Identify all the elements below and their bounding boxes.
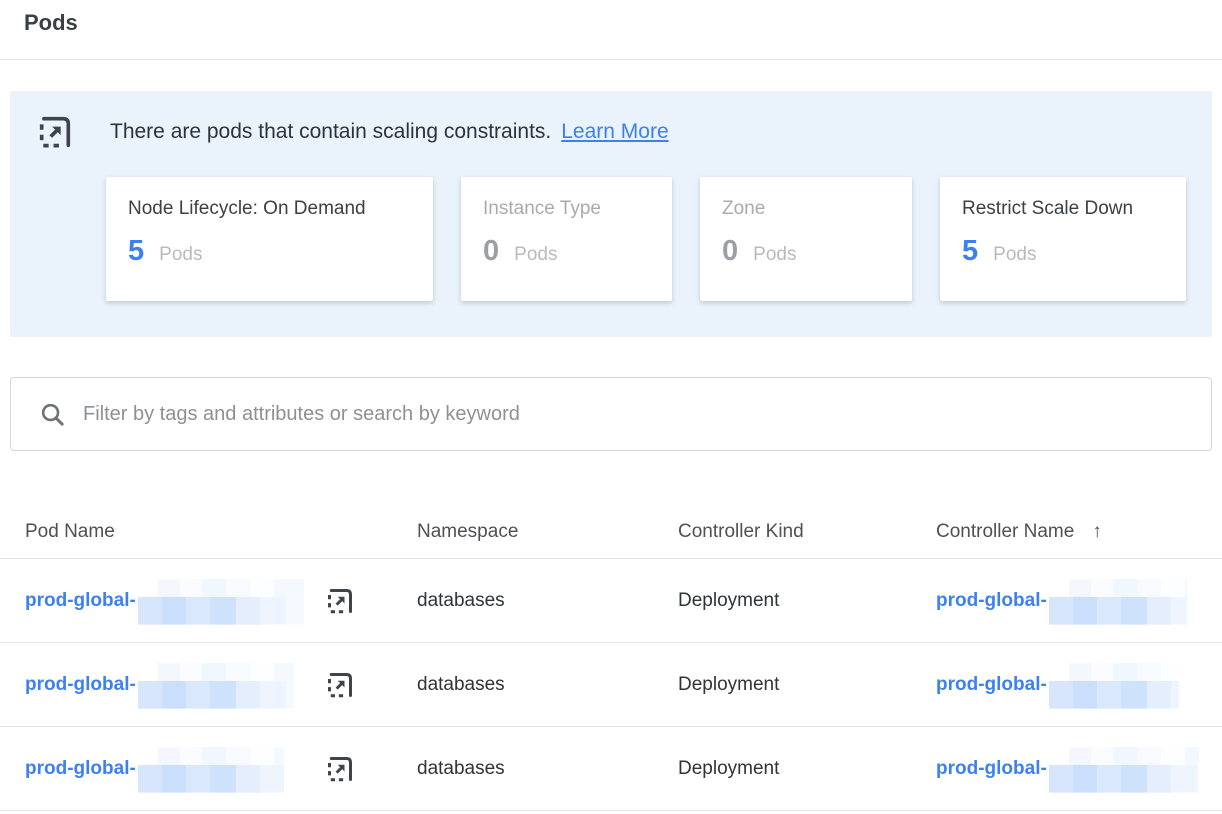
scaling-constraints-banner: There are pods that contain scaling cons… bbox=[10, 91, 1212, 337]
controller-kind-cell: Deployment bbox=[678, 674, 936, 696]
pod-name-link[interactable]: prod-global- bbox=[25, 674, 136, 696]
pod-count: 5 bbox=[128, 235, 144, 268]
column-header-pod-name[interactable]: Pod Name bbox=[25, 521, 417, 543]
table-row: prod-global- databases Deployment prod-g… bbox=[0, 727, 1222, 811]
controller-name-cell[interactable]: prod-global- bbox=[936, 662, 1222, 708]
sort-ascending-icon: ↑ bbox=[1092, 521, 1102, 543]
redacted-pod-name bbox=[138, 747, 284, 793]
pod-count-unit: Pods bbox=[159, 244, 202, 266]
pod-name-cell[interactable]: prod-global- bbox=[25, 662, 325, 708]
card-zone[interactable]: Zone 0 Pods bbox=[700, 177, 912, 301]
table-row: prod-global- databases Deployment prod-g… bbox=[0, 643, 1222, 727]
card-node-lifecycle-on-demand[interactable]: Node Lifecycle: On Demand 5 Pods bbox=[106, 177, 433, 301]
page-title: Pods bbox=[24, 10, 1222, 36]
card-title: Node Lifecycle: On Demand bbox=[128, 198, 411, 220]
scale-out-cell bbox=[325, 754, 417, 784]
card-title: Instance Type bbox=[483, 198, 650, 220]
pod-name-link[interactable]: prod-global- bbox=[25, 590, 136, 612]
column-header-controller-kind[interactable]: Controller Kind bbox=[678, 521, 936, 543]
card-title: Restrict Scale Down bbox=[962, 198, 1164, 220]
pod-count-unit: Pods bbox=[514, 244, 557, 266]
redacted-controller-name bbox=[1049, 663, 1179, 709]
scale-out-icon[interactable] bbox=[325, 754, 417, 784]
controller-name-link[interactable]: prod-global- bbox=[936, 758, 1047, 780]
namespace-cell: databases bbox=[417, 758, 678, 780]
banner-message: There are pods that contain scaling cons… bbox=[110, 120, 551, 144]
controller-name-cell[interactable]: prod-global- bbox=[936, 578, 1222, 624]
table-row: prod-global- databases Deployment prod-g… bbox=[0, 559, 1222, 643]
column-header-namespace[interactable]: Namespace bbox=[417, 521, 678, 543]
redacted-pod-name bbox=[138, 579, 304, 625]
controller-name-link[interactable]: prod-global- bbox=[936, 674, 1047, 696]
card-restrict-scale-down[interactable]: Restrict Scale Down 5 Pods bbox=[940, 177, 1186, 301]
pod-count: 5 bbox=[962, 235, 978, 268]
namespace-cell: databases bbox=[417, 590, 678, 612]
filter-bar[interactable] bbox=[10, 377, 1212, 451]
scale-out-icon[interactable] bbox=[325, 670, 417, 700]
search-icon bbox=[39, 401, 66, 428]
scale-out-cell bbox=[325, 670, 417, 700]
namespace-cell: databases bbox=[417, 674, 678, 696]
pod-count: 0 bbox=[722, 235, 738, 268]
pod-name-cell[interactable]: prod-global- bbox=[25, 746, 325, 792]
card-count-row: 5 Pods bbox=[128, 235, 411, 268]
card-title: Zone bbox=[722, 198, 890, 220]
redacted-pod-name bbox=[138, 663, 294, 709]
filter-search-input[interactable] bbox=[83, 403, 1211, 426]
card-count-row: 5 Pods bbox=[962, 235, 1164, 268]
title-divider bbox=[0, 59, 1222, 60]
redacted-controller-name bbox=[1049, 747, 1199, 793]
card-count-row: 0 Pods bbox=[483, 235, 650, 268]
card-count-row: 0 Pods bbox=[722, 235, 890, 268]
constraint-cards: Node Lifecycle: On Demand 5 Pods Instanc… bbox=[106, 177, 1212, 301]
table-header-row: Pod Name Namespace Controller Kind Contr… bbox=[0, 451, 1222, 559]
controller-kind-cell: Deployment bbox=[678, 758, 936, 780]
controller-kind-cell: Deployment bbox=[678, 590, 936, 612]
scale-out-icon[interactable] bbox=[325, 586, 417, 616]
pod-count-unit: Pods bbox=[753, 244, 796, 266]
banner-header: There are pods that contain scaling cons… bbox=[36, 113, 1212, 151]
pod-count: 0 bbox=[483, 235, 499, 268]
card-instance-type[interactable]: Instance Type 0 Pods bbox=[461, 177, 672, 301]
pod-count-unit: Pods bbox=[993, 244, 1036, 266]
learn-more-link[interactable]: Learn More bbox=[561, 120, 668, 144]
scale-out-cell bbox=[325, 586, 417, 616]
redacted-controller-name bbox=[1049, 579, 1187, 625]
pod-name-cell[interactable]: prod-global- bbox=[25, 578, 325, 624]
column-header-controller-name[interactable]: Controller Name ↑ bbox=[936, 521, 1222, 543]
pod-name-link[interactable]: prod-global- bbox=[25, 758, 136, 780]
scale-out-icon bbox=[36, 113, 74, 151]
pods-table: Pod Name Namespace Controller Kind Contr… bbox=[0, 451, 1222, 811]
column-header-label: Controller Name bbox=[936, 521, 1074, 542]
controller-name-link[interactable]: prod-global- bbox=[936, 590, 1047, 612]
controller-name-cell[interactable]: prod-global- bbox=[936, 746, 1222, 792]
